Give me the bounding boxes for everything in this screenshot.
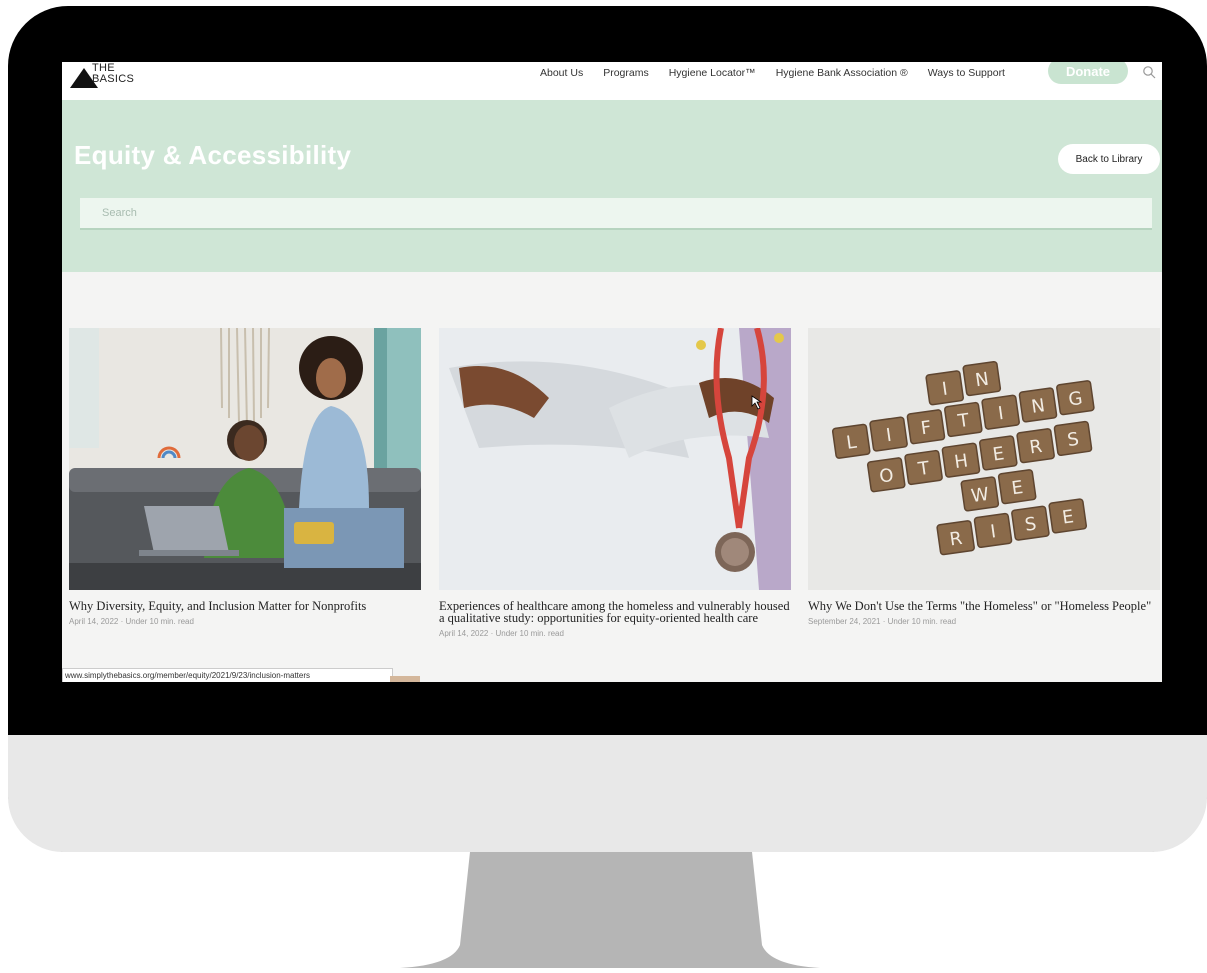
article-card[interactable]: Experiences of healthcare among the home… <box>439 328 791 638</box>
search-icon[interactable] <box>1142 65 1156 79</box>
main-nav: About Us Programs Hygiene Locator™ Hygie… <box>540 62 1025 84</box>
nav-hygiene-bank-association[interactable]: Hygiene Bank Association ® <box>776 67 908 79</box>
screen: THE BASICS About Us Programs Hygiene Loc… <box>62 62 1162 682</box>
hero-banner: Equity & Accessibility Back to Library <box>62 100 1162 272</box>
search-input[interactable] <box>80 198 1152 228</box>
article-card[interactable]: INLIFTINGOTHERSWERISE Why We Don't Use t… <box>808 328 1160 626</box>
donate-button[interactable]: Donate <box>1048 62 1128 84</box>
status-bar-url: www.simplythebasics.org/member/equity/20… <box>62 668 393 682</box>
doctor-stethoscope-image[interactable] <box>439 328 791 590</box>
back-to-library-button[interactable]: Back to Library <box>1058 144 1160 174</box>
article-title[interactable]: Why We Don't Use the Terms "the Homeless… <box>808 600 1160 613</box>
page-title: Equity & Accessibility <box>74 140 352 170</box>
scrabble-tile-letter: W <box>970 484 991 507</box>
nav-hygiene-locator[interactable]: Hygiene Locator™ <box>669 67 756 79</box>
article-card[interactable]: Why Diversity, Equity, and Inclusion Mat… <box>69 328 421 626</box>
monitor-chin <box>8 735 1207 852</box>
nav-about-us[interactable]: About Us <box>540 67 583 79</box>
article-meta: September 24, 2021 · Under 10 min. read <box>808 617 957 626</box>
article-title[interactable]: Experiences of healthcare among the home… <box>439 600 791 625</box>
article-title[interactable]: Why Diversity, Equity, and Inclusion Mat… <box>69 600 421 613</box>
two-women-laptop-image[interactable] <box>69 328 421 590</box>
nav-ways-to-support[interactable]: Ways to Support <box>928 67 1005 79</box>
article-meta: April 14, 2022 · Under 10 min. read <box>439 629 564 638</box>
site-header: THE BASICS About Us Programs Hygiene Loc… <box>62 62 1162 100</box>
scrabble-tile-letter: H <box>953 450 969 473</box>
article-meta: April 14, 2022 · Under 10 min. read <box>69 617 194 626</box>
logo-text: THE BASICS <box>92 62 135 85</box>
card-image-edge <box>390 676 420 682</box>
site-logo[interactable]: THE BASICS <box>70 62 160 90</box>
nav-programs[interactable]: Programs <box>603 67 649 79</box>
scrabble-tile-letter: O <box>878 465 895 488</box>
scrabble-tiles-image[interactable]: INLIFTINGOTHERSWERISE <box>808 328 1160 590</box>
scrabble-tile-letter: G <box>1067 388 1084 411</box>
search-bar <box>80 198 1152 230</box>
